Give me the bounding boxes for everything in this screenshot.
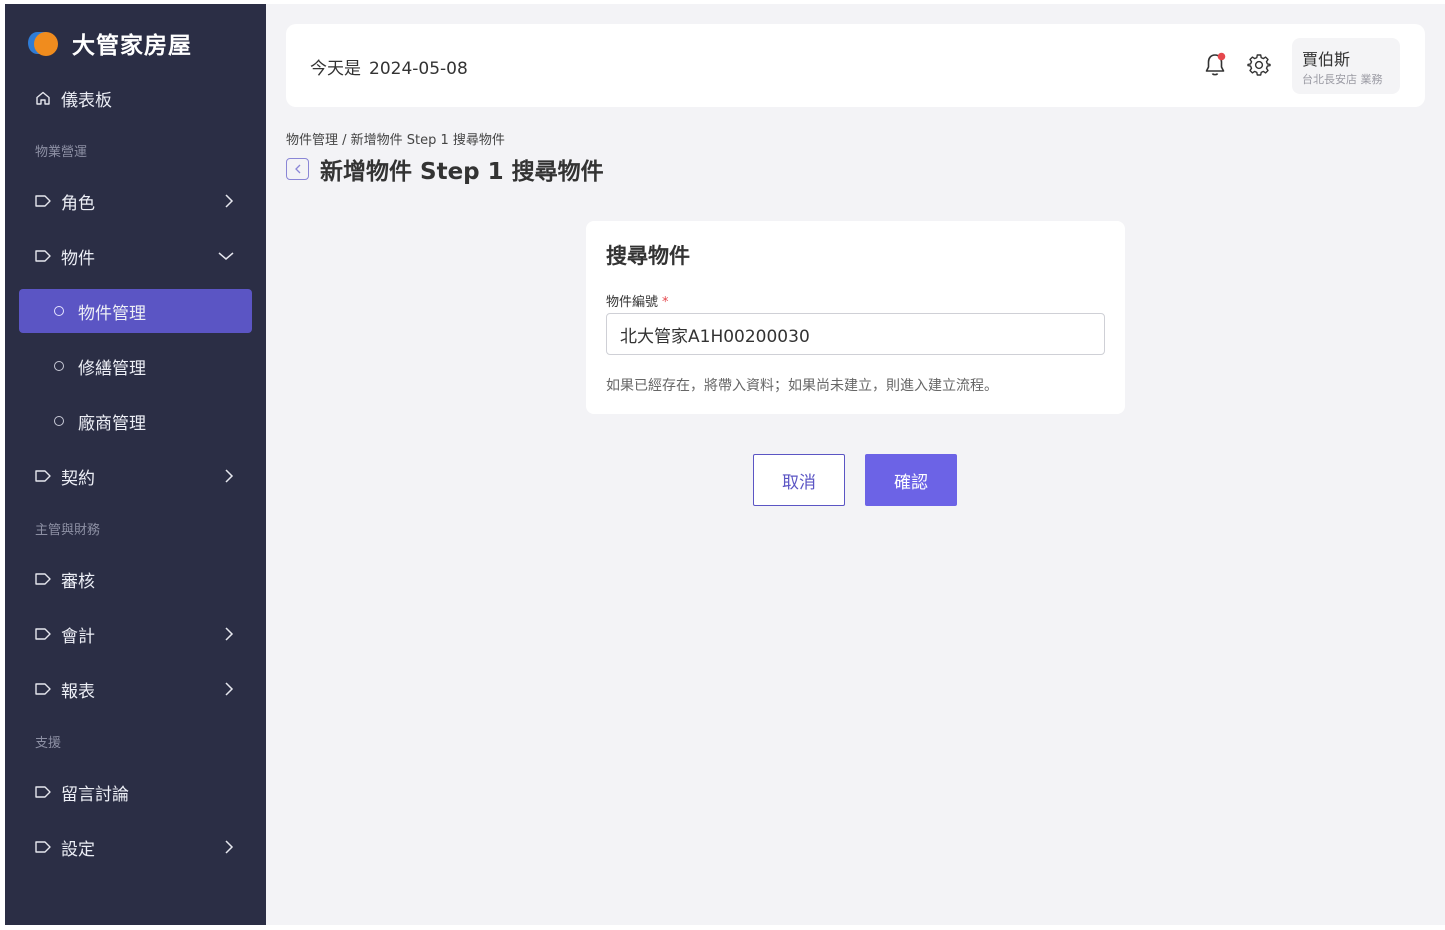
today-date: 今天是 2024-05-08	[310, 54, 468, 79]
chevron-right-icon	[224, 667, 234, 711]
page-title: 新增物件 Step 1 搜尋物件	[320, 159, 604, 185]
sidebar-item-label: 會計	[61, 626, 95, 647]
user-role: 台北長安店 業務	[1302, 73, 1383, 86]
tag-icon	[35, 195, 51, 207]
sidebar-item-label: 角色	[61, 193, 95, 214]
top-bar: 今天是 2024-05-08 賈伯斯 台北長安店 業務	[286, 24, 1425, 107]
sidebar-item-role[interactable]: 角色	[19, 179, 252, 223]
notification-dot	[1217, 52, 1226, 61]
section-label-property-ops: 物業營運	[35, 145, 88, 160]
sidebar-subitem-property-manage[interactable]: 物件管理	[19, 289, 252, 333]
tag-icon	[35, 573, 51, 585]
chevron-right-icon	[224, 612, 234, 656]
tag-icon	[35, 786, 51, 798]
date-prefix: 今天是	[310, 59, 361, 79]
app-window: 大管家房屋 儀表板 物業營運 角色 物件 物件管理 修繕管理 廠商管理 契約 主…	[5, 4, 1445, 925]
sidebar-item-dashboard[interactable]: 儀表板	[19, 76, 252, 120]
confirm-button[interactable]: 確認	[865, 454, 957, 506]
tag-icon	[35, 841, 51, 853]
page-title-row: 新增物件 Step 1 搜尋物件	[286, 152, 604, 186]
chevron-right-icon	[224, 825, 234, 869]
tag-icon	[35, 683, 51, 695]
property-number-input[interactable]	[606, 313, 1105, 355]
user-name: 賈伯斯	[1302, 50, 1351, 69]
required-mark: *	[662, 295, 669, 310]
sidebar-item-label: 設定	[61, 839, 95, 860]
chevron-right-icon	[224, 454, 234, 498]
tag-icon	[35, 628, 51, 640]
sidebar-item-label: 報表	[61, 681, 95, 702]
tag-icon	[35, 250, 51, 262]
sidebar-item-settings[interactable]: 設定	[19, 825, 252, 869]
sidebar-item-label: 儀表板	[61, 90, 112, 111]
property-number-label: 物件編號 *	[606, 291, 669, 310]
sidebar-item-label: 審核	[61, 571, 95, 592]
breadcrumb[interactable]: 物件管理 / 新增物件 Step 1 搜尋物件	[286, 129, 505, 148]
field-hint: 如果已經存在，將帶入資料；如果尚未建立，則進入建立流程。	[606, 378, 998, 394]
sidebar-item-label: 修繕管理	[78, 358, 146, 379]
sidebar-item-contract[interactable]: 契約	[19, 454, 252, 498]
brand[interactable]: 大管家房屋	[28, 26, 192, 60]
chevron-right-icon	[224, 179, 234, 223]
search-property-card: 搜尋物件 物件編號* 如果已經存在，將帶入資料；如果尚未建立，則進入建立流程。	[586, 221, 1125, 414]
user-profile-chip[interactable]: 賈伯斯 台北長安店 業務	[1292, 38, 1400, 94]
sidebar-subitem-repair-manage[interactable]: 修繕管理	[19, 344, 252, 388]
cancel-button[interactable]: 取消	[753, 454, 845, 506]
sidebar-item-label: 契約	[61, 468, 95, 489]
circle-icon	[54, 416, 64, 426]
back-button[interactable]	[286, 158, 309, 180]
sidebar-item-discussion[interactable]: 留言討論	[19, 770, 252, 814]
sidebar-item-review[interactable]: 審核	[19, 557, 252, 601]
sidebar-item-label: 物件	[61, 248, 95, 269]
bell-icon[interactable]	[1203, 52, 1227, 78]
section-label-support: 支援	[35, 736, 62, 751]
card-title: 搜尋物件	[606, 244, 690, 268]
chevron-left-icon	[294, 164, 300, 174]
circle-icon	[54, 306, 64, 316]
brand-name: 大管家房屋	[72, 33, 192, 59]
date-value: 2024-05-08	[369, 59, 468, 79]
sidebar-item-property[interactable]: 物件	[19, 234, 252, 278]
brand-logo-icon	[28, 29, 60, 57]
chevron-down-icon	[218, 234, 234, 278]
section-label-supervisor-finance: 主管與財務	[35, 523, 101, 538]
tag-icon	[35, 470, 51, 482]
sidebar-item-label: 物件管理	[78, 303, 146, 324]
field-label-text: 物件編號	[606, 295, 659, 310]
sidebar-subitem-vendor-manage[interactable]: 廠商管理	[19, 399, 252, 443]
sidebar-item-reports[interactable]: 報表	[19, 667, 252, 711]
home-icon	[36, 91, 50, 105]
sidebar: 大管家房屋 儀表板 物業營運 角色 物件 物件管理 修繕管理 廠商管理 契約 主…	[5, 4, 266, 925]
sidebar-item-label: 留言討論	[61, 784, 129, 805]
gear-icon[interactable]	[1247, 53, 1271, 77]
sidebar-item-label: 廠商管理	[78, 413, 146, 434]
circle-icon	[54, 361, 64, 371]
sidebar-item-accounting[interactable]: 會計	[19, 612, 252, 656]
